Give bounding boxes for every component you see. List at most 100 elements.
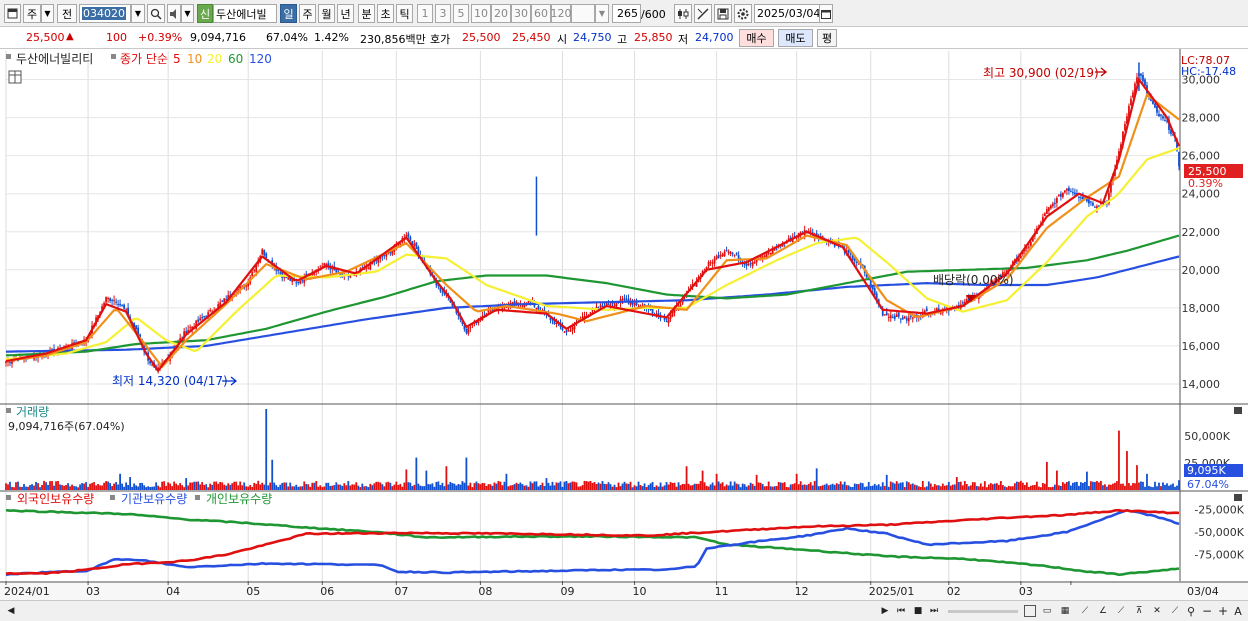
minus-icon[interactable]: −: [1200, 604, 1214, 618]
font-size-icon[interactable]: A: [1231, 604, 1245, 618]
volume-bar: [563, 481, 566, 490]
volume-bar: [853, 483, 856, 490]
volume-bar: [197, 481, 200, 490]
draw-parallel-icon[interactable]: ⟋: [1168, 604, 1182, 618]
volume-bar: [865, 486, 868, 490]
interval-30[interactable]: 30: [511, 4, 531, 23]
volume-bar: [521, 484, 524, 490]
volume-bar: [825, 483, 828, 490]
scroll-left-icon[interactable]: ◀: [4, 604, 18, 618]
interval-10[interactable]: 10: [471, 4, 491, 23]
volume-bar: [567, 483, 570, 490]
search-icon[interactable]: [147, 4, 165, 23]
market-dropdown-icon[interactable]: ▼: [41, 4, 54, 23]
sell-order-button[interactable]: 매도: [778, 29, 813, 47]
interval-1[interactable]: 1: [417, 4, 433, 23]
rewind-icon[interactable]: ⏮: [894, 604, 908, 618]
zoom-icon[interactable]: ⚲: [1184, 604, 1198, 618]
volume-bar: [805, 485, 808, 490]
volume-bar: [615, 487, 618, 490]
candle-type-icon[interactable]: [674, 4, 692, 23]
x-tick-label: 2025/01: [869, 585, 915, 598]
volume-bar: [713, 485, 716, 490]
volume-bar: [391, 486, 394, 490]
tools-icon[interactable]: [694, 4, 712, 23]
speaker-icon[interactable]: [167, 4, 181, 23]
volume-bar: [105, 481, 107, 490]
layout-icon[interactable]: ▭: [1040, 604, 1054, 618]
code-input[interactable]: 034020: [79, 4, 131, 23]
volume-bar: [407, 482, 410, 490]
calendar-icon[interactable]: [819, 4, 833, 23]
count-input[interactable]: 265: [612, 4, 641, 23]
volume-bar: [497, 481, 500, 490]
volume-bar: [13, 487, 15, 490]
volume-bar: [21, 486, 23, 490]
draw-trend-icon[interactable]: ⟋: [1114, 604, 1128, 618]
volume-bar: [683, 484, 686, 490]
period-month[interactable]: 월: [318, 4, 335, 23]
period-week[interactable]: 주: [299, 4, 316, 23]
volume-bar: [763, 486, 766, 490]
save-icon[interactable]: [714, 4, 732, 23]
window-icon[interactable]: [4, 4, 21, 23]
speaker-dropdown-icon[interactable]: ▼: [181, 4, 194, 23]
market-select[interactable]: 주: [23, 4, 41, 23]
volume-bar: [747, 485, 750, 490]
draw-line-icon[interactable]: ⟋: [1078, 604, 1092, 618]
volume-bar: [243, 482, 246, 490]
interval-20[interactable]: 20: [491, 4, 511, 23]
interval-dropdown-icon[interactable]: ▼: [595, 4, 609, 23]
draw-angle-icon[interactable]: ∠: [1096, 604, 1110, 618]
period-minute[interactable]: 분: [358, 4, 375, 23]
interval-60[interactable]: 60: [531, 4, 551, 23]
volume-bar: [1106, 486, 1108, 490]
volume-bar: [569, 482, 572, 490]
grid-icon[interactable]: ▦: [1058, 604, 1072, 618]
candle-body: [883, 314, 886, 316]
draw-cross-icon[interactable]: ✕: [1150, 604, 1164, 618]
volume-bar: [1108, 484, 1110, 490]
interval-120[interactable]: 120: [551, 4, 572, 23]
volume-bar: [23, 484, 25, 490]
measure-icon[interactable]: ⊼: [1132, 604, 1146, 618]
forward-icon[interactable]: ⏭: [927, 604, 941, 618]
candle-body: [107, 297, 109, 299]
low-annotation: 최저 14,320 (04/17): [112, 374, 228, 388]
volume-bar: [1120, 483, 1122, 490]
volume-bar: [687, 483, 690, 490]
interval-custom-input[interactable]: [571, 4, 595, 23]
candle-body: [123, 304, 126, 309]
interval-3[interactable]: 3: [435, 4, 451, 23]
volume-bar: [1174, 486, 1176, 490]
buy-order-button[interactable]: 매수: [739, 29, 774, 47]
scroll-right-icon[interactable]: ▶: [878, 604, 892, 618]
code-dropdown-icon[interactable]: ▼: [131, 4, 145, 23]
volume-bar: [265, 409, 268, 490]
zoom-slider[interactable]: [948, 610, 1018, 613]
view-icon[interactable]: [1024, 605, 1036, 617]
prev-button[interactable]: 전: [57, 4, 77, 23]
candle-body: [1088, 199, 1090, 204]
volume-bar: [613, 484, 616, 490]
period-tick[interactable]: 틱: [396, 4, 413, 23]
period-day[interactable]: 일: [280, 4, 297, 23]
volume-bar: [1092, 481, 1094, 490]
interval-5[interactable]: 5: [453, 4, 469, 23]
volume-bar: [491, 485, 494, 490]
volume-bar: [699, 480, 702, 490]
plus-icon[interactable]: +: [1216, 604, 1230, 618]
stop-icon[interactable]: ■: [911, 604, 925, 618]
eval-button[interactable]: 평: [817, 29, 837, 47]
volume-bar: [939, 486, 942, 490]
candle-body: [601, 305, 604, 307]
volume-current-label: 9,095K: [1187, 464, 1226, 477]
candle-body: [747, 263, 750, 265]
period-year[interactable]: 년: [337, 4, 354, 23]
gear-icon[interactable]: [734, 4, 752, 23]
date-input[interactable]: 2025/03/04: [754, 4, 820, 23]
volume-bar: [461, 481, 464, 490]
volume-bar: [1039, 487, 1042, 490]
period-second[interactable]: 초: [377, 4, 394, 23]
volume-bar: [1080, 482, 1082, 490]
